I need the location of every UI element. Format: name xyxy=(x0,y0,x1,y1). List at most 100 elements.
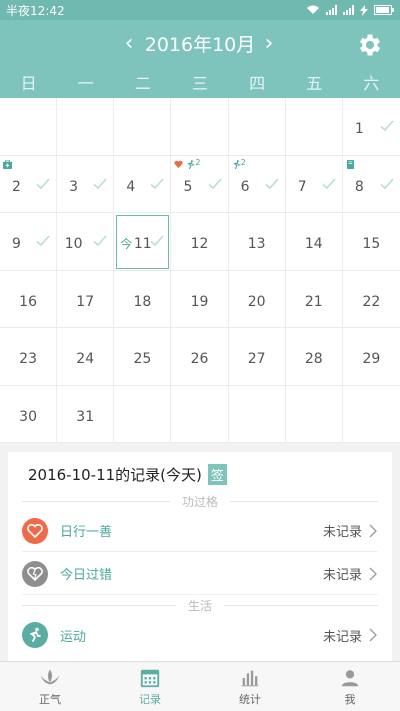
records-date-label: 2016-10-11的记录(今天) xyxy=(28,466,202,484)
calendar-day-12[interactable]: 12 xyxy=(171,213,229,271)
day-number: 14 xyxy=(304,236,323,252)
records-title: 2016-10-11的记录(今天) 签 xyxy=(28,464,227,485)
day-number: 29 xyxy=(362,351,381,367)
record-row-mistake[interactable]: 今日过错 未记录 xyxy=(22,553,378,595)
record-label: 日行一善 xyxy=(60,525,113,540)
record-label: 今日过错 xyxy=(60,568,113,583)
running-icon xyxy=(22,622,48,648)
month-title: 2016年10月 xyxy=(144,34,256,56)
calendar-icon xyxy=(140,669,160,687)
day-number: 22 xyxy=(362,293,381,310)
day-number: 24 xyxy=(76,351,95,367)
day-number: 13 xyxy=(247,236,266,252)
day-number: 25 xyxy=(133,351,152,367)
day-number: 19 xyxy=(190,293,209,310)
check-icon xyxy=(150,233,165,247)
next-month-button[interactable]: › xyxy=(256,30,282,58)
day-number: 21 xyxy=(304,293,323,310)
calendar-header: ‹ 2016年10月 › xyxy=(0,20,400,70)
weekday-label: 二 xyxy=(134,74,151,93)
broken-heart-icon xyxy=(22,560,48,587)
calendar-day-8[interactable]: 8 xyxy=(342,156,400,213)
day-marks: 2 xyxy=(174,157,201,169)
chevron-right-icon xyxy=(369,524,377,537)
mark-count: 2 xyxy=(240,157,246,167)
record-value: 未记录 xyxy=(322,629,362,645)
record-value: 未记录 xyxy=(322,568,362,583)
weekday-label: 一 xyxy=(77,74,94,93)
status-icons xyxy=(306,4,394,16)
tab-stats[interactable]: 统计 xyxy=(200,662,300,711)
day-number: 28 xyxy=(304,351,323,367)
check-icon xyxy=(380,176,394,190)
record-value: 未记录 xyxy=(322,525,362,540)
calendar-day-18[interactable]: 18 xyxy=(114,270,172,328)
calendar-day-13[interactable]: 13 xyxy=(228,213,286,271)
sign-button[interactable]: 签 xyxy=(207,464,227,485)
heart-icon xyxy=(22,517,48,544)
calendar-empty-cell xyxy=(228,98,286,156)
calendar-day-11[interactable]: 11 今 xyxy=(114,213,172,271)
calendar-day-25[interactable]: 25 xyxy=(114,328,172,386)
today-tag: 今 xyxy=(120,237,133,251)
day-number: 16 xyxy=(19,293,37,310)
heart-icon xyxy=(174,160,184,168)
gear-icon[interactable] xyxy=(356,31,384,59)
running-icon xyxy=(188,159,195,169)
calendar-day-19[interactable]: 19 xyxy=(171,270,229,328)
mark-count: 2 xyxy=(195,157,201,167)
record-row-good-deed[interactable]: 日行一善 未记录 xyxy=(22,510,378,552)
signal-2-icon xyxy=(343,5,354,15)
signal-icon xyxy=(326,5,337,15)
tab-label: 正气 xyxy=(39,692,61,706)
calendar-day-23[interactable]: 23 xyxy=(0,328,58,386)
running-icon xyxy=(233,159,241,169)
calendar-day-29[interactable]: 29 xyxy=(342,328,400,386)
calendar-day-20[interactable]: 20 xyxy=(228,270,286,328)
person-icon xyxy=(341,669,359,686)
weekday-label: 五 xyxy=(306,74,323,93)
calendar-empty-cell xyxy=(171,385,229,443)
calendar-day-1[interactable]: 1 xyxy=(342,98,400,156)
calendar-day-21[interactable]: 21 xyxy=(285,270,343,328)
day-number: 15 xyxy=(362,236,381,252)
calendar-empty-cell xyxy=(285,385,343,443)
calendar-day-27[interactable]: 27 xyxy=(228,328,286,386)
calendar-empty-cell xyxy=(0,98,58,156)
tab-label: 记录 xyxy=(139,692,161,706)
calendar-day-24[interactable]: 24 xyxy=(57,328,115,386)
record-row-exercise[interactable]: 运动 未记录 xyxy=(22,614,378,656)
calendar-day-30[interactable]: 30 xyxy=(0,385,58,443)
calendar-day-17[interactable]: 17 xyxy=(57,270,115,328)
tab-zhengqi[interactable]: 正气 xyxy=(0,662,100,711)
tab-records[interactable]: 记录 xyxy=(100,662,200,711)
calendar-day-28[interactable]: 28 xyxy=(285,328,343,386)
day-number: 20 xyxy=(247,293,266,310)
book-icon xyxy=(346,159,354,169)
weekday-label: 四 xyxy=(249,74,266,93)
section-divider-merit: 功过格 xyxy=(22,494,378,509)
check-icon xyxy=(380,118,394,132)
calendar-grid: 1 2 3 4 5 2 6 2 7 8 9 10 11 今 12 13 14 15 16 17 18 19 20 21 22 23… xyxy=(0,98,400,443)
weekday-row: 日 一 二 三 四 五 六 xyxy=(0,70,400,98)
calendar-empty-cell xyxy=(228,385,286,443)
tab-me[interactable]: 我 xyxy=(300,662,400,711)
calendar-day-31[interactable]: 31 xyxy=(57,385,115,443)
section-label: 生活 xyxy=(188,598,213,613)
day-number: 23 xyxy=(19,351,37,367)
calendar-day-16[interactable]: 16 xyxy=(0,270,58,328)
calendar-day-10[interactable]: 10 xyxy=(57,213,115,271)
day-number: 26 xyxy=(190,351,209,367)
wifi-icon xyxy=(307,5,319,14)
charging-icon xyxy=(360,4,368,16)
record-label: 运动 xyxy=(60,629,87,645)
weekday-label: 六 xyxy=(363,74,380,93)
calendar-day-14[interactable]: 14 xyxy=(285,213,343,271)
calendar-day-15[interactable]: 15 xyxy=(342,213,400,271)
status-bar: 半夜12:42 xyxy=(0,0,400,20)
calendar-day-22[interactable]: 22 xyxy=(342,271,400,328)
bottom-tab-bar: 正气 记录 统计 我 xyxy=(0,661,400,711)
calendar-empty-cell xyxy=(114,385,172,443)
tab-label: 统计 xyxy=(239,692,261,706)
calendar-day-26[interactable]: 26 xyxy=(171,328,229,386)
